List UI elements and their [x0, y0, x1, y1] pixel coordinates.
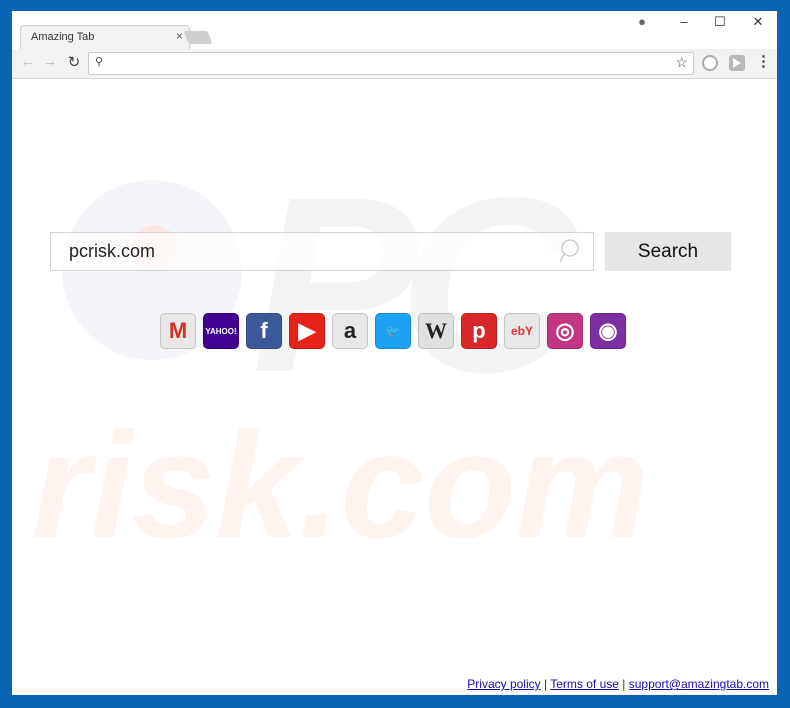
search-button[interactable]: Search: [605, 232, 731, 271]
account-icon[interactable]: ●: [630, 14, 654, 29]
shortcut-amazon-icon[interactable]: a: [332, 313, 368, 349]
shortcut-instagram-icon[interactable]: ◎: [547, 313, 583, 349]
gmail-glyph: M: [168, 318, 188, 343]
new-tab-button[interactable]: [183, 31, 213, 44]
back-button[interactable]: ←: [18, 53, 38, 70]
ebay-glyph: ebY: [510, 324, 533, 338]
address-bar[interactable]: ⚲ ☆: [88, 52, 694, 75]
shortcut-icons: M YAHOO! f ▶ a 🐦 Wp ebY ◎ ◉: [160, 313, 626, 349]
facebook-glyph: f: [260, 318, 268, 343]
podcasts-glyph: ◉: [598, 318, 618, 343]
shortcut-podcasts-icon[interactable]: ◉: [590, 313, 626, 349]
privacy-policy-link[interactable]: Privacy policy: [467, 677, 540, 691]
wikipedia-glyph: W: [425, 318, 447, 343]
tab-title: Amazing Tab: [31, 31, 95, 43]
watermark-risk: risk.com: [32, 401, 649, 569]
maximize-button[interactable]: ☐: [708, 14, 732, 30]
minimize-button[interactable]: –: [672, 14, 696, 29]
separator: |: [622, 677, 626, 691]
watermark-pc: PC: [252, 145, 579, 424]
forward-button[interactable]: →: [40, 53, 60, 70]
shortcut-twitter-icon[interactable]: 🐦: [375, 313, 411, 349]
title-bar: Amazing Tab × ● – ☐ ✕: [12, 11, 777, 51]
search-icon: ⚲: [95, 56, 104, 68]
separator: |: [543, 677, 548, 691]
shortcut-ebay-icon[interactable]: ebY: [504, 313, 540, 349]
new-tab-page: PC risk.com Search M YAHOO! f ▶ a 🐦 Wp ebY ◎ ◉ Pr…: [12, 80, 777, 695]
shortcut-wikipedia-icon[interactable]: W: [418, 313, 454, 349]
browser-window: Amazing Tab × ● – ☐ ✕ ← → ↻ ⚲ ☆ ⋮ PC ris…: [12, 11, 777, 695]
tab-amazing-tab[interactable]: Amazing Tab ×: [20, 25, 190, 51]
shortcut-youtube-icon[interactable]: ▶: [289, 313, 325, 349]
tab-close-icon[interactable]: ×: [176, 29, 183, 43]
yahoo-glyph: YAHOO!: [205, 326, 237, 336]
shortcut-gmail-icon[interactable]: M: [160, 313, 196, 349]
terms-of-use-link[interactable]: Terms of use: [550, 677, 619, 691]
magnifier-icon: [559, 239, 579, 263]
browser-toolbar: ← → ↻ ⚲ ☆ ⋮: [12, 49, 777, 79]
close-window-button[interactable]: ✕: [746, 14, 770, 30]
search-input[interactable]: [50, 232, 594, 271]
support-email-link[interactable]: support@amazingtab.com: [629, 677, 769, 691]
shortcut-pinterest-icon[interactable]: p: [461, 313, 497, 349]
reload-button[interactable]: ↻: [64, 53, 84, 71]
footer-links: Privacy policy | Terms of use | support@…: [467, 677, 769, 691]
youtube-glyph: ▶: [298, 318, 316, 343]
amazon-glyph: a: [343, 318, 357, 343]
podcast-extension-icon[interactable]: [702, 55, 718, 71]
shortcut-yahoo-icon[interactable]: YAHOO!: [203, 313, 239, 349]
twitter-glyph: 🐦: [385, 324, 401, 338]
pinterest-glyph: p: [472, 318, 486, 343]
shortcut-facebook-icon[interactable]: f: [246, 313, 282, 349]
bookmark-star-icon[interactable]: ☆: [675, 54, 688, 71]
instagram-glyph: ◎: [555, 318, 575, 343]
browser-menu-icon[interactable]: ⋮: [756, 52, 771, 70]
cursor-extension-icon[interactable]: [729, 55, 745, 71]
